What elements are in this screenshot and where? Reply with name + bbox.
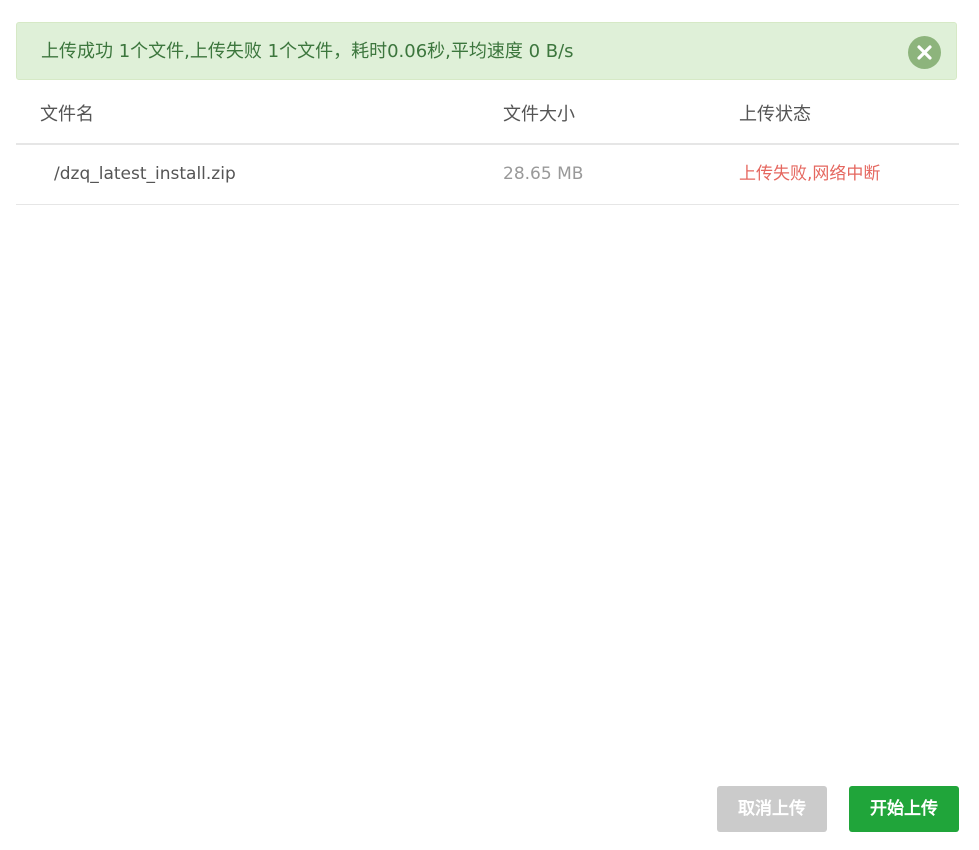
close-icon-glyph [917,45,932,60]
start-upload-button[interactable]: 开始上传 [849,786,959,832]
header-file-size: 文件大小 [503,104,575,125]
file-size-cell: 28.65 MB [503,164,584,184]
header-file-name: 文件名 [40,104,94,125]
table-row: /dzq_latest_install.zip 28.65 MB 上传失败,网络… [16,145,959,205]
cancel-upload-button[interactable]: 取消上传 [717,786,827,832]
alert-message: 上传成功 1个文件,上传失败 1个文件，耗时0.06秒,平均速度 0 B/s [41,41,574,62]
header-upload-status: 上传状态 [739,104,811,125]
file-table: 文件名 文件大小 上传状态 /dzq_latest_install.zip 28… [16,86,959,205]
table-header: 文件名 文件大小 上传状态 [16,86,959,145]
upload-status-cell: 上传失败,网络中断 [739,164,881,184]
upload-result-alert: 上传成功 1个文件,上传失败 1个文件，耗时0.06秒,平均速度 0 B/s [16,22,957,80]
file-name-cell: /dzq_latest_install.zip [54,164,236,184]
upload-dialog: 上传成功 1个文件,上传失败 1个文件，耗时0.06秒,平均速度 0 B/s 文… [0,0,979,850]
close-icon[interactable] [908,36,941,69]
